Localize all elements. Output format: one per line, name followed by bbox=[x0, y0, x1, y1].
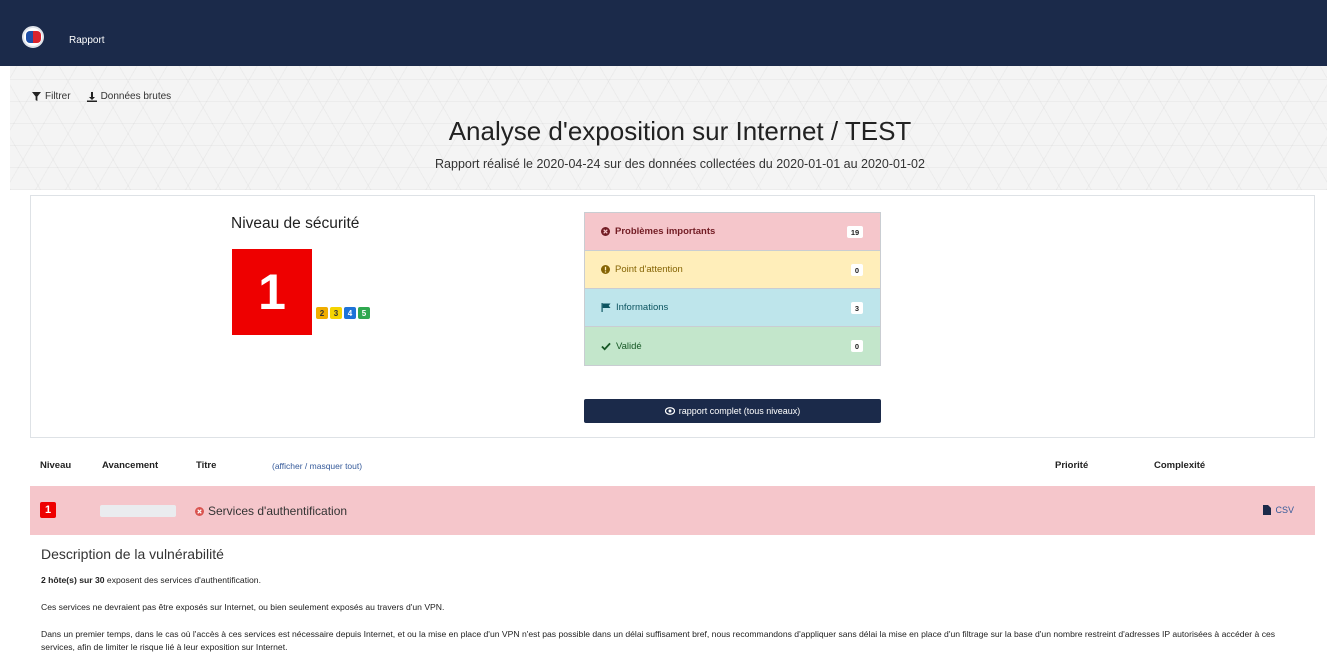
level-4-badge: 4 bbox=[344, 307, 356, 319]
report-toolbar: Filtrer Données brutes bbox=[32, 91, 171, 102]
hosts-count: 2 hôte(s) sur 30 bbox=[41, 575, 105, 585]
column-priority[interactable]: Priorité bbox=[1055, 460, 1088, 471]
table-row[interactable]: 1 Services d'authentification CSV bbox=[30, 486, 1315, 535]
column-level[interactable]: Niveau bbox=[40, 460, 71, 471]
times-circle-icon bbox=[195, 506, 204, 516]
table-header: Niveau Avancement Titre (afficher / masq… bbox=[30, 452, 1315, 478]
count-label: Point d'attention bbox=[615, 264, 683, 275]
level-5-badge: 5 bbox=[358, 307, 370, 319]
description-paragraph: Dans un premier temps, dans le cas où l'… bbox=[41, 629, 1276, 652]
level-3-badge: 3 bbox=[330, 307, 342, 319]
navbar-brand[interactable]: Rapport bbox=[69, 35, 105, 46]
times-circle-icon bbox=[601, 227, 610, 236]
toggle-all-link[interactable]: (afficher / masquer tout) bbox=[272, 461, 362, 471]
description-title: Description de la vulnérabilité bbox=[41, 546, 224, 562]
vulnerability-title[interactable]: Services d'authentification bbox=[195, 504, 347, 518]
filter-icon bbox=[32, 92, 41, 101]
count-important-problems[interactable]: Problèmes importants 19 bbox=[585, 213, 880, 251]
app-logo-icon[interactable] bbox=[22, 26, 44, 48]
issue-counts-list: Problèmes importants 19 Point d'attentio… bbox=[584, 212, 881, 366]
hosts-text: exposent des services d'authentification… bbox=[104, 575, 261, 585]
exclamation-circle-icon bbox=[601, 265, 610, 274]
full-report-button[interactable]: rapport complet (tous niveaux) bbox=[584, 399, 881, 423]
count-label: Validé bbox=[616, 340, 642, 352]
file-icon bbox=[1263, 505, 1272, 515]
column-title[interactable]: Titre bbox=[196, 460, 216, 471]
full-report-label: rapport complet (tous niveaux) bbox=[678, 406, 801, 416]
download-icon bbox=[86, 91, 97, 102]
count-validated[interactable]: Validé 0 bbox=[585, 327, 880, 365]
description-paragraph: Ces services ne devraient pas être expos… bbox=[41, 602, 445, 612]
progress-bar bbox=[100, 505, 176, 517]
raw-data-label: Données brutes bbox=[100, 91, 172, 102]
column-progress[interactable]: Avancement bbox=[102, 460, 158, 471]
level-2-badge: 2 bbox=[316, 307, 328, 319]
count-value: 19 bbox=[847, 226, 863, 238]
csv-label: CSV bbox=[1275, 505, 1294, 515]
filter-button[interactable]: Filtrer bbox=[32, 91, 71, 102]
page-title: Analyse d'exposition sur Internet / TEST bbox=[448, 116, 912, 146]
count-label: Informations bbox=[616, 302, 669, 313]
security-level-title: Niveau de sécurité bbox=[231, 215, 360, 232]
other-levels: 2 3 4 5 bbox=[316, 307, 370, 319]
count-value: 3 bbox=[851, 302, 863, 314]
top-navbar: Rapport bbox=[0, 0, 1327, 66]
description-hosts: 2 hôte(s) sur 30 exposent des services d… bbox=[41, 574, 261, 587]
row-level-badge: 1 bbox=[40, 502, 56, 518]
count-value: 0 bbox=[851, 264, 863, 276]
page-subtitle: Rapport réalisé le 2020-04-24 sur des do… bbox=[435, 157, 925, 171]
count-informations[interactable]: Informations 3 bbox=[585, 289, 880, 327]
vulnerability-title-text: Services d'authentification bbox=[208, 504, 348, 518]
column-complexity[interactable]: Complexité bbox=[1154, 460, 1205, 471]
check-icon bbox=[601, 342, 611, 351]
csv-export-link[interactable]: CSV bbox=[1263, 505, 1294, 515]
filter-label: Filtrer bbox=[45, 91, 71, 102]
count-value: 0 bbox=[851, 340, 863, 352]
count-attention-points[interactable]: Point d'attention 0 bbox=[585, 251, 880, 289]
flag-icon bbox=[601, 303, 611, 312]
raw-data-button[interactable]: Données brutes bbox=[86, 91, 172, 102]
security-level-badge: 1 bbox=[232, 249, 312, 335]
eye-icon bbox=[664, 407, 675, 415]
count-label: Problèmes importants bbox=[615, 226, 716, 237]
